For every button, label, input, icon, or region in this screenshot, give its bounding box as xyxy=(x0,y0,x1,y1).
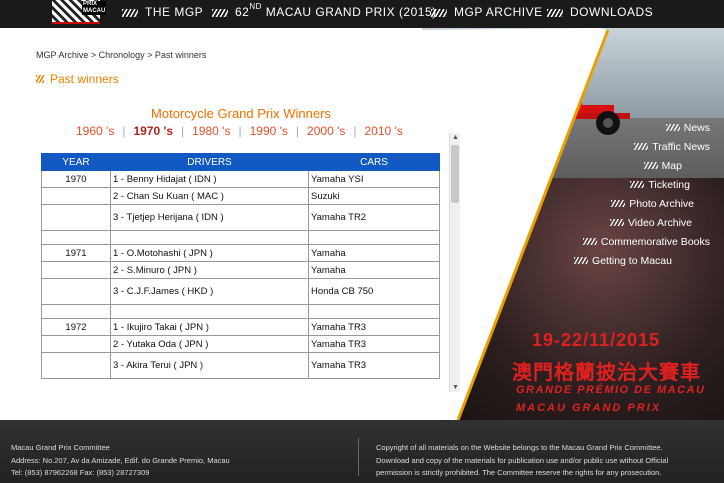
cell-driver: 1 - Benny Hidajat ( IDN ) xyxy=(110,170,309,188)
table-row: 2 - S.Minuro ( JPN ) Yamaha xyxy=(41,261,440,279)
nav-62nd-sup: ND xyxy=(249,2,262,11)
scrollbar-thumb[interactable] xyxy=(451,145,459,203)
tab-separator: | xyxy=(295,124,300,138)
macau-gp-logo[interactable]: PRIX MACAU xyxy=(52,0,107,24)
decade-tabs: 1960 's | 1970 's | 1980 's | 1990 's | 2000 's |… xyxy=(76,124,403,138)
tab-1980s[interactable]: 1980 's xyxy=(192,124,230,138)
table-scrollbar[interactable]: ▲ ▼ xyxy=(449,133,460,392)
nav-slash-icon xyxy=(431,9,447,17)
nav-62nd-mgp[interactable]: 62ND MACAU GRAND PRIX (2015) xyxy=(235,2,437,19)
nav-the-mgp[interactable]: THE MGP xyxy=(145,5,203,19)
footer-contact: Macau Grand Prix Committee Address: No.2… xyxy=(11,442,230,480)
cell-driver: 3 - Tjetjep Herijana ( IDN ) xyxy=(110,204,309,231)
cell-driver: 3 - Akira Terui ( JPN ) xyxy=(110,352,309,379)
cell-car: Yamaha TR3 xyxy=(308,335,440,353)
table-row: 1970 1 - Benny Hidajat ( IDN ) Yamaha YSI xyxy=(41,170,440,188)
footer-copyright-line: Copyright of all materials on the Websit… xyxy=(376,443,663,452)
logo-text: PRIX MACAU xyxy=(82,1,107,15)
nav-downloads[interactable]: DOWNLOADS xyxy=(570,5,653,19)
footer-copyright-line: Download and copy of the materials for p… xyxy=(376,455,669,465)
cell-car xyxy=(308,304,440,319)
cell-car xyxy=(308,230,440,245)
cell-driver: 1 - O.Motohashi ( JPN ) xyxy=(110,244,309,262)
footer-copyright: Copyright of all materials on the Websit… xyxy=(376,442,668,480)
tab-2010s[interactable]: 2010 's xyxy=(365,124,403,138)
tab-separator: | xyxy=(238,124,242,138)
nav-slash-icon xyxy=(547,9,563,17)
cell-car: Honda CB 750 xyxy=(308,278,440,305)
cell-year xyxy=(41,278,111,305)
footer-org-name: Macau Grand Prix Committee xyxy=(11,443,110,452)
table-row: 3 - Tjetjep Herijana ( IDN ) Yamaha TR2 xyxy=(41,204,440,231)
table-row: 3 - C.J.F.James ( HKD ) Honda CB 750 xyxy=(41,278,440,305)
cell-driver: 2 - S.Minuro ( JPN ) xyxy=(110,261,309,279)
cell-driver: 3 - C.J.F.James ( HKD ) xyxy=(110,278,309,305)
cell-year: 1971 xyxy=(41,244,111,262)
table-row: 1971 1 - O.Motohashi ( JPN ) Yamaha xyxy=(41,244,440,262)
cell-car: Yamaha TR2 xyxy=(308,204,440,231)
tab-1990s[interactable]: 1990 's xyxy=(250,124,288,138)
cell-driver xyxy=(110,230,309,245)
cell-year xyxy=(41,187,111,205)
cell-car: Suzuki xyxy=(308,187,440,205)
cell-year xyxy=(41,304,111,319)
winners-table: YEAR DRIVERS CARS 1970 1 - Benny Hidajat … xyxy=(41,153,440,379)
page-title: Past winners xyxy=(36,72,119,86)
tab-separator: | xyxy=(122,124,126,138)
nav-mgp-archive[interactable]: MGP ARCHIVE xyxy=(454,5,543,19)
cell-year: 1972 xyxy=(41,318,111,336)
nav-slash-icon xyxy=(122,9,138,17)
cell-car: Yamaha TR3 xyxy=(308,318,440,336)
tab-separator: | xyxy=(353,124,357,138)
column-header-year: YEAR xyxy=(41,153,111,171)
cell-year xyxy=(41,204,111,231)
cell-car: Yamaha YSI xyxy=(308,170,440,188)
cell-driver: 2 - Chan Su Kuan ( MAC ) xyxy=(110,187,309,205)
top-nav: PRIX MACAU THE MGP 62ND MACAU GRAND PRIX… xyxy=(0,0,724,28)
footer-copyright-line: permission is strictly prohibited. The C… xyxy=(376,468,662,477)
winners-table-container[interactable]: YEAR DRIVERS CARS 1970 1 - Benny Hidajat … xyxy=(41,153,461,392)
cell-driver: 1 - Ikujiro Takai ( JPN ) xyxy=(110,318,309,336)
cell-year xyxy=(41,261,111,279)
table-row: 1972 1 - Ikujiro Takai ( JPN ) Yamaha TR3 xyxy=(41,318,440,336)
breadcrumb[interactable]: MGP Archive > Chronology > Past winners xyxy=(36,50,206,60)
table-row-spacer xyxy=(41,230,440,245)
cell-driver: 2 - Yutaka Oda ( JPN ) xyxy=(110,335,309,353)
section-title: Motorcycle Grand Prix Winners xyxy=(151,106,331,121)
cell-year: 1970 xyxy=(41,170,111,188)
cell-year xyxy=(41,230,111,245)
column-header-drivers: DRIVERS xyxy=(110,153,309,171)
tab-1970s[interactable]: 1970 's xyxy=(133,124,173,138)
table-row-spacer xyxy=(41,304,440,319)
footer: Macau Grand Prix Committee Address: No.2… xyxy=(0,420,724,483)
table-header-row: YEAR DRIVERS CARS xyxy=(41,153,440,171)
table-row: 2 - Chan Su Kuan ( MAC ) Suzuki xyxy=(41,187,440,205)
nav-slash-icon xyxy=(212,9,228,17)
scroll-up-arrow-icon[interactable]: ▲ xyxy=(452,134,459,141)
footer-address: Address: No.207, Av da Amizade, Edif. do… xyxy=(11,455,230,465)
cell-car: Yamaha xyxy=(308,261,440,279)
table-row: 2 - Yutaka Oda ( JPN ) Yamaha TR3 xyxy=(41,335,440,353)
cell-driver xyxy=(110,304,309,319)
cell-car: Yamaha xyxy=(308,244,440,262)
cell-year xyxy=(41,352,111,379)
page-title-text: Past winners xyxy=(50,72,119,86)
column-header-cars: CARS xyxy=(308,153,440,171)
tab-1960s[interactable]: 1960 's xyxy=(76,124,114,138)
nav-62nd-prefix: 62 xyxy=(235,5,250,19)
cell-year xyxy=(41,335,111,353)
orange-slash-icon xyxy=(36,75,44,83)
cell-car: Yamaha TR3 xyxy=(308,352,440,379)
nav-62nd-label: MACAU GRAND PRIX (2015) xyxy=(261,5,437,19)
table-row: 3 - Akira Terui ( JPN ) Yamaha TR3 xyxy=(41,352,440,379)
footer-phone: Tel: (853) 87962268 Fax: (853) 28727309 xyxy=(11,468,150,477)
footer-divider xyxy=(358,438,359,476)
tab-2000s[interactable]: 2000 's xyxy=(307,124,345,138)
scroll-down-arrow-icon[interactable]: ▼ xyxy=(452,384,459,391)
tab-separator: | xyxy=(181,124,185,138)
